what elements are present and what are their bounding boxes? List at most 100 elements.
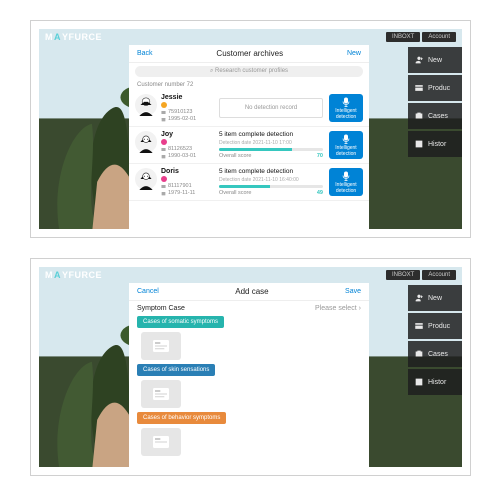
section-label: Symptom Case [137, 305, 185, 312]
nav-label: Histor [428, 141, 446, 148]
nav-label: Produc [428, 323, 450, 330]
detection-area: 5 item complete detection Detection date… [219, 131, 323, 159]
nav-label: Produc [428, 85, 450, 92]
calendar-icon [161, 191, 166, 196]
cases-icon [414, 349, 424, 359]
category-somatic[interactable]: Cases of somatic symptoms [137, 316, 224, 328]
row-left: Doris 81117901 1979-11-11 [135, 168, 213, 196]
score-bar [219, 185, 323, 188]
customer-name: Jessie [161, 94, 196, 101]
dob-line: 1979-11-11 [161, 190, 195, 196]
history-icon [414, 377, 424, 387]
row-meta: Doris 81117901 1979-11-11 [161, 168, 195, 196]
save-button[interactable]: Save [345, 288, 361, 295]
search-placeholder: Research customer profiles [215, 68, 288, 74]
card-placeholder-icon [153, 436, 169, 448]
row-meta: Joy 81126523 1990-03-01 [161, 131, 196, 159]
inbox-chip[interactable]: INBOXT [386, 32, 420, 42]
chevron-right-icon: › [359, 305, 361, 312]
intelligent-detection-button[interactable]: Intelligent detection [329, 131, 363, 159]
customer-archives-modal: Back Customer archives New ⌕ Research cu… [129, 45, 369, 229]
add-case-modal: Cancel Add case Save Symptom Case Please… [129, 283, 369, 467]
modal-title: Add case [235, 287, 268, 296]
phone: 75910123 [168, 109, 192, 115]
nav-item-cases[interactable]: Cases [408, 341, 462, 367]
modal-header: Back Customer archives New [129, 45, 369, 63]
detection-button-label: Intelligent detection [329, 183, 363, 194]
detection-title: 5 item complete detection [219, 168, 323, 175]
dob-line: 1995-02-01 [161, 116, 196, 122]
calendar-icon [161, 117, 166, 122]
section-hint: Please select › [315, 305, 361, 312]
score-label: Overall score [219, 153, 251, 159]
search-input[interactable]: ⌕ Research customer profiles [135, 66, 363, 77]
nav-item-product[interactable]: Produc [408, 75, 462, 101]
brand-post: YFURCE [62, 270, 102, 280]
category-behavior[interactable]: Cases of behavior symptoms [137, 412, 226, 424]
cancel-button[interactable]: Cancel [137, 288, 159, 295]
mockup-archives: MAYFURCE INBOXT Account New Produc Cases [30, 20, 471, 238]
product-icon [414, 321, 424, 331]
nav-label: New [428, 57, 442, 64]
score-label: Overall score [219, 190, 251, 196]
detection-date: Detection date 2021-11-10 17:00 [219, 140, 323, 146]
case-card[interactable] [141, 428, 181, 456]
inbox-chip[interactable]: INBOXT [386, 270, 420, 280]
customer-row[interactable]: Jessie 75910123 1995-02-01 No detection … [129, 90, 369, 127]
back-button[interactable]: Back [137, 50, 153, 57]
nav-item-product[interactable]: Produc [408, 313, 462, 339]
account-chip[interactable]: Account [422, 32, 456, 42]
nav-item-history[interactable]: Histor [408, 369, 462, 395]
category-skin[interactable]: Cases of skin sensations [137, 364, 215, 376]
new-button[interactable]: New [347, 50, 361, 57]
detection-icon [340, 96, 352, 108]
customer-row[interactable]: Doris 81117901 1979-11-11 5 item complet… [129, 164, 369, 201]
intelligent-detection-button[interactable]: Intelligent detection [329, 168, 363, 196]
card-icon [161, 184, 166, 189]
plus-person-icon [414, 293, 424, 303]
product-icon [414, 83, 424, 93]
customer-count: Customer number 72 [129, 80, 369, 90]
customer-row[interactable]: Joy 81126523 1990-03-01 5 item complete … [129, 127, 369, 164]
nav-item-new[interactable]: New [408, 47, 462, 73]
top-bar: MAYFURCE INBOXT Account [39, 267, 462, 283]
phone-line: 81117901 [161, 183, 195, 189]
score-value: 70 [317, 153, 323, 159]
score-line: Overall score49 [219, 190, 323, 196]
modal-title: Customer archives [216, 49, 283, 58]
badges [161, 176, 195, 182]
brand-accent: A [54, 270, 61, 280]
brand-logo: MAYFURCE [45, 32, 102, 42]
nav-label: Cases [428, 351, 448, 358]
status-badge-icon [161, 102, 167, 108]
history-icon [414, 139, 424, 149]
card-placeholder-icon [153, 388, 169, 400]
card-icon [161, 110, 166, 115]
detection-title: 5 item complete detection [219, 131, 323, 138]
detection-icon [340, 170, 352, 182]
dob: 1995-02-01 [168, 116, 196, 122]
topbar-right: INBOXT Account [386, 32, 456, 42]
modal-header: Cancel Add case Save [129, 283, 369, 301]
detection-button-label: Intelligent detection [329, 109, 363, 120]
plus-person-icon [414, 55, 424, 65]
symptom-case-section[interactable]: Symptom Case Please select › [129, 301, 369, 316]
dob: 1990-03-01 [168, 153, 196, 159]
case-card[interactable] [141, 380, 181, 408]
case-card[interactable] [141, 332, 181, 360]
device-frame: MAYFURCE INBOXT Account New Produc Cases [39, 29, 462, 229]
score-line: Overall score 70 [219, 153, 323, 159]
row-meta: Jessie 75910123 1995-02-01 [161, 94, 196, 122]
nav-item-cases[interactable]: Cases [408, 103, 462, 129]
case-categories: Cases of somatic symptoms Cases of skin … [129, 316, 369, 456]
brand-accent: A [54, 32, 61, 42]
account-chip[interactable]: Account [422, 270, 456, 280]
nav-item-new[interactable]: New [408, 285, 462, 311]
nav-label: New [428, 295, 442, 302]
phone-line: 75910123 [161, 109, 196, 115]
mockup-addcase: MAYFURCE INBOXT Account New Produc Cases [30, 258, 471, 476]
nav-item-history[interactable]: Histor [408, 131, 462, 157]
phone: 81117901 [168, 183, 192, 189]
intelligent-detection-button[interactable]: Intelligent detection [329, 94, 363, 122]
detection-area: No detection record [219, 94, 323, 122]
